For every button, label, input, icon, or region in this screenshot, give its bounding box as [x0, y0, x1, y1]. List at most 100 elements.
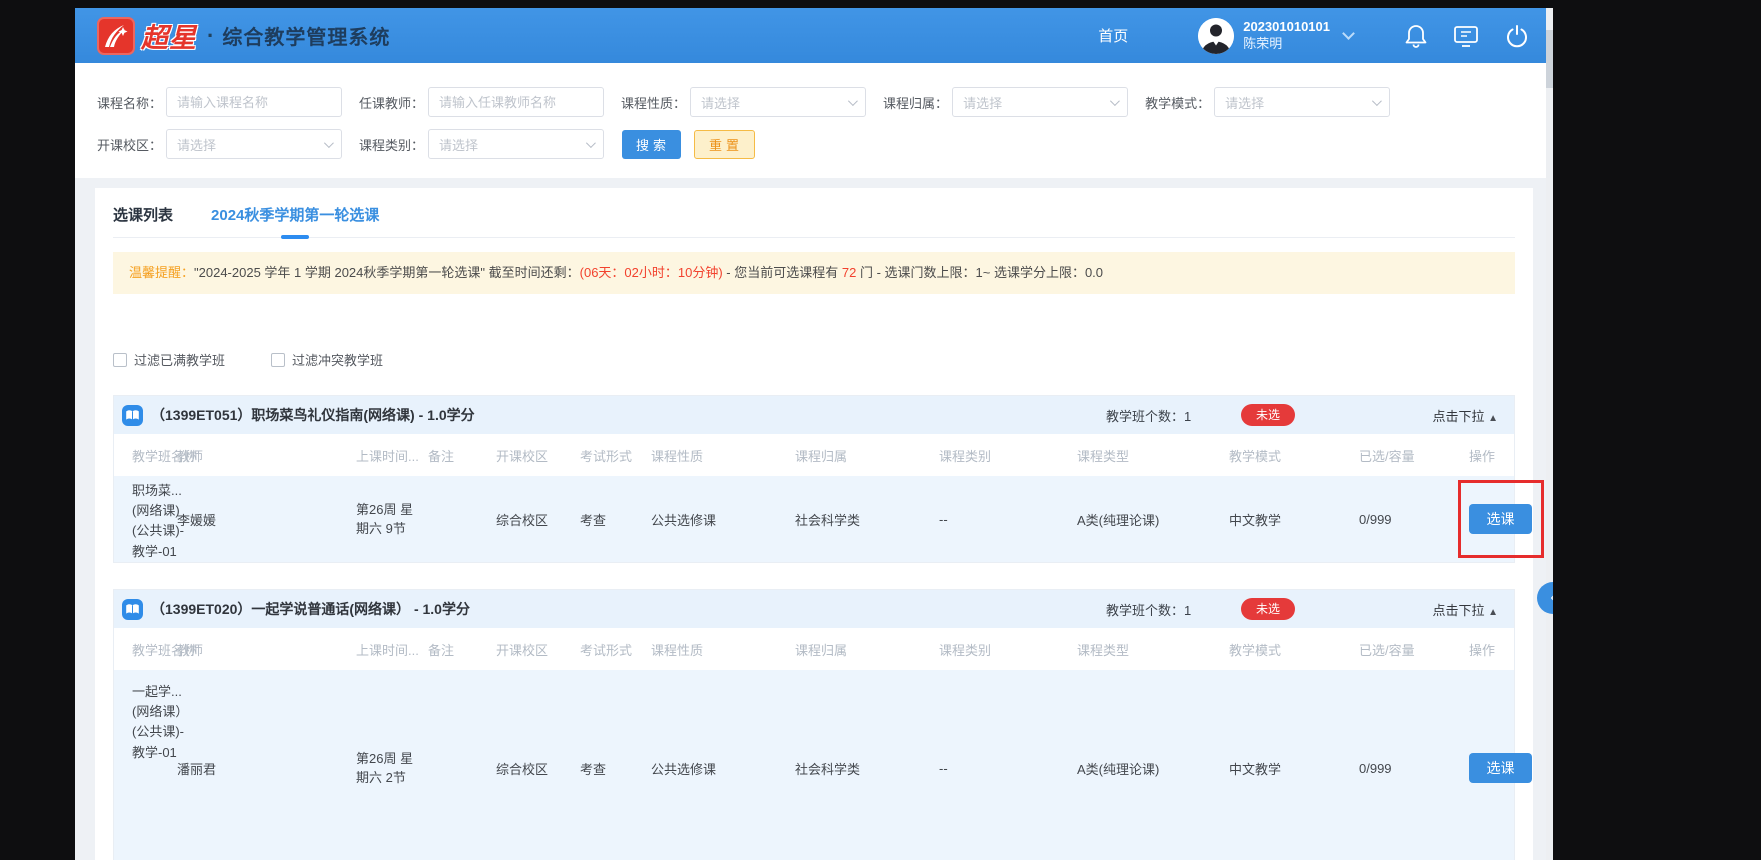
expand-toggle[interactable]: 点击下拉 ▲	[1432, 406, 1498, 425]
col-campus: 开课校区	[496, 640, 580, 659]
col-type: 课程类型	[1077, 640, 1229, 659]
checkbox-icon[interactable]	[271, 353, 285, 367]
logo-text: 超星	[141, 16, 197, 55]
checkbox-icon[interactable]	[113, 353, 127, 367]
title-separator: ·	[207, 23, 214, 49]
book-icon	[122, 599, 143, 620]
user-id: 202301010101	[1243, 19, 1330, 35]
side-collapse-button[interactable]: ‹	[1537, 582, 1553, 614]
checkbox-filter-conflict-classes[interactable]: 过滤冲突教学班	[271, 350, 383, 369]
campus-select[interactable]: 请选择	[166, 129, 342, 159]
col-belong: 课程归属	[795, 446, 939, 465]
course-category-select[interactable]: 请选择	[428, 129, 604, 159]
cell-exam: 考查	[580, 759, 651, 778]
scrollbar-thumb[interactable]	[1546, 30, 1553, 88]
filter-course-name: 课程名称：	[97, 87, 342, 117]
triangle-up-icon: ▲	[1488, 413, 1498, 424]
chaoxing-logo-icon	[97, 17, 135, 55]
cell-capacity: 0/999	[1359, 761, 1469, 776]
col-capacity: 已选/容量	[1359, 640, 1469, 659]
cell-class-name: 一起学... (网络课） (公共课)- 教学-01	[132, 670, 202, 763]
notice-mid: - 您当前可选课程有	[723, 265, 842, 280]
tab-round1-selection[interactable]: 2024秋季学期第一轮选课	[211, 204, 379, 225]
col-nature: 课程性质	[651, 446, 795, 465]
list-header: 选课列表 2024秋季学期第一轮选课	[113, 204, 1515, 238]
cell-mode: 中文教学	[1229, 510, 1359, 529]
search-filter-bar: 课程名称： 任课教师： 课程性质： 请选择 课程归属： 请选择	[75, 63, 1553, 178]
checkbox-full-label: 过滤已满教学班	[134, 350, 225, 369]
course-card-header[interactable]: （1399ET020）一起学说普通话(网络课） - 1.0学分 教学班个数：1 …	[114, 590, 1514, 628]
course-name-input[interactable]	[166, 87, 342, 117]
search-button[interactable]: 搜索	[622, 130, 681, 159]
filter-teacher: 任课教师：	[359, 87, 604, 117]
course-category-placeholder: 请选择	[439, 135, 478, 154]
col-campus: 开课校区	[496, 446, 580, 465]
teach-mode-select[interactable]: 请选择	[1214, 87, 1390, 117]
col-category: 课程类别	[939, 446, 1077, 465]
course-selection-panel: 选课列表 2024秋季学期第一轮选课 温馨提醒："2024-2025 学年 1 …	[95, 188, 1533, 860]
cell-action: 选课	[1469, 504, 1532, 534]
user-name: 陈荣明	[1243, 36, 1330, 52]
user-info[interactable]: 202301010101 陈荣明	[1243, 19, 1330, 52]
book-icon	[122, 405, 143, 426]
filter-course-belong: 课程归属： 请选择	[883, 87, 1128, 117]
notice-prefix: 温馨提醒：	[129, 265, 194, 280]
col-remark: 备注	[428, 640, 496, 659]
cell-type: A类(纯理论课)	[1077, 510, 1229, 529]
status-badge: 未选	[1241, 404, 1295, 426]
notice-quote: "2024-2025 学年 1 学期 2024秋季学期第一轮选课"	[194, 265, 485, 280]
course-title: （1399ET020）一起学说普通话(网络课） - 1.0学分	[151, 599, 470, 619]
cell-time: 第26周 星期六 2节	[356, 749, 426, 788]
filter-course-nature: 课程性质： 请选择	[621, 87, 866, 117]
select-course-button[interactable]: 选课	[1469, 504, 1532, 534]
avatar-person-icon	[1198, 18, 1234, 54]
cell-mode: 中文教学	[1229, 759, 1359, 778]
screen-share-icon[interactable]	[1453, 24, 1479, 48]
teacher-input[interactable]	[428, 87, 604, 117]
checkbox-filter-full-classes[interactable]: 过滤已满教学班	[113, 350, 225, 369]
reset-button[interactable]: 重置	[694, 130, 755, 159]
notice-bar: 温馨提醒："2024-2025 学年 1 学期 2024秋季学期第一轮选课" 截…	[113, 252, 1515, 294]
cell-teacher: 潘丽君	[177, 759, 356, 778]
col-exam: 考试形式	[580, 640, 651, 659]
course-card-header[interactable]: （1399ET051）职场菜鸟礼仪指南(网络课) - 1.0学分 教学班个数：1…	[114, 396, 1514, 434]
cell-nature: 公共选修课	[651, 510, 795, 529]
notice-available-count: 72	[842, 265, 856, 280]
col-class-name: 教学班名称	[132, 640, 177, 659]
expand-toggle[interactable]: 点击下拉 ▲	[1432, 600, 1498, 619]
cell-exam: 考查	[580, 510, 651, 529]
logo-star-swoosh-icon	[102, 22, 130, 50]
cell-time: 第26周 星期六 9节	[356, 500, 426, 539]
power-logout-icon[interactable]	[1505, 24, 1529, 48]
chevron-down-icon[interactable]	[1342, 27, 1355, 40]
cell-nature: 公共选修课	[651, 759, 795, 778]
course-nature-select[interactable]: 请选择	[690, 87, 866, 117]
col-exam: 考试形式	[580, 446, 651, 465]
cell-action: 选课	[1469, 753, 1532, 783]
scrollbar[interactable]	[1546, 8, 1553, 860]
select-course-button[interactable]: 选课	[1469, 753, 1532, 783]
chevron-down-icon	[848, 96, 858, 106]
avatar[interactable]	[1198, 18, 1234, 54]
teach-mode-label: 教学模式：	[1145, 93, 1210, 112]
table-row: 一起学... (网络课） (公共课)- 教学-01 潘丽君 第26周 星期六 2…	[114, 670, 1514, 860]
course-card-1399ET051: （1399ET051）职场菜鸟礼仪指南(网络课) - 1.0学分 教学班个数：1…	[113, 395, 1515, 563]
cell-teacher: 李媛媛	[177, 510, 356, 529]
notice-unit: 门	[856, 265, 873, 280]
filter-checkbox-row: 过滤已满教学班 过滤冲突教学班	[113, 350, 1515, 369]
course-belong-select[interactable]: 请选择	[952, 87, 1128, 117]
notice-limits: - 选课门数上限：1~ 选课学分上限：0.0	[873, 265, 1103, 280]
col-teacher: 教师	[177, 446, 356, 465]
col-mode: 教学模式	[1229, 640, 1359, 659]
table-column-header: 教学班名称 教师 上课时间... 备注 开课校区 考试形式 课程性质 课程归属 …	[114, 434, 1514, 476]
nav-home-link[interactable]: 首页	[1098, 25, 1128, 46]
app-title: 综合教学管理系统	[222, 21, 390, 50]
col-nature: 课程性质	[651, 640, 795, 659]
chevron-down-icon	[324, 138, 334, 148]
campus-placeholder: 请选择	[177, 135, 216, 154]
col-remark: 备注	[428, 446, 496, 465]
header-right-group: 首页 202301010101 陈荣明	[1098, 18, 1529, 54]
course-name-label: 课程名称：	[97, 93, 162, 112]
top-header-bar: 超星 · 综合教学管理系统 首页 202301010101 陈荣明	[75, 8, 1553, 63]
bell-icon[interactable]	[1405, 24, 1427, 48]
